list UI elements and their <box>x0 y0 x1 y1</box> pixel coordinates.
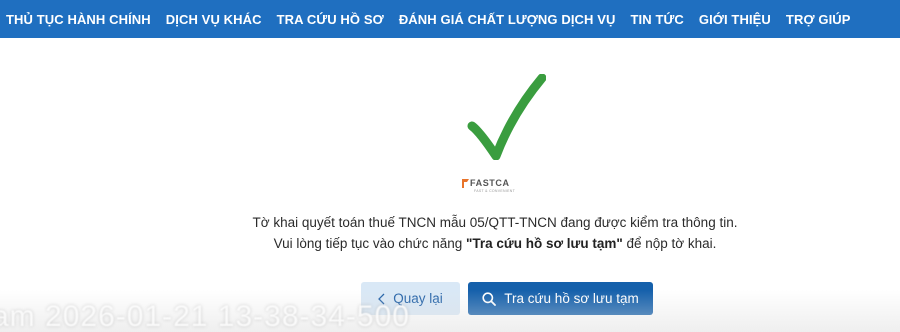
message-line-2-prefix: Vui lòng tiếp tục vào chức năng <box>273 236 466 251</box>
back-button[interactable]: Quay lại <box>361 282 460 315</box>
logo-name: FASTCA <box>470 178 510 188</box>
nav-item-tro-giup[interactable]: TRỢ GIÚP <box>786 12 851 27</box>
nav-item-danh-gia-chat-luong[interactable]: ĐÁNH GIÁ CHẤT LƯỢNG DỊCH VỤ <box>399 12 616 27</box>
logo-mark-icon <box>462 179 469 188</box>
nav-item-thu-tuc-hanh-chinh[interactable]: THỦ TỤC HÀNH CHÍNH <box>6 12 151 27</box>
search-button-label: Tra cứu hồ sơ lưu tạm <box>504 291 639 306</box>
message-line-2-emphasis: "Tra cứu hồ sơ lưu tạm" <box>466 236 623 251</box>
search-icon <box>482 291 497 306</box>
logo-tagline: FAST & CONVENIENT <box>474 189 516 193</box>
page: THỦ TỤC HÀNH CHÍNH DỊCH VỤ KHÁC TRA CỨU … <box>0 0 900 332</box>
chevron-left-icon <box>378 293 385 305</box>
nav-item-gioi-thieu[interactable]: GIỚI THIỆU <box>699 12 771 27</box>
nav-item-tin-tuc[interactable]: TIN TỨC <box>631 12 684 27</box>
status-message: Tờ khai quyết toán thuế TNCN mẫu 05/QTT-… <box>0 212 900 254</box>
message-line-2: Vui lòng tiếp tục vào chức năng "Tra cứu… <box>0 233 900 254</box>
fastca-logo: FASTCA FAST & CONVENIENT <box>462 178 534 196</box>
checkmark-icon <box>467 74 546 160</box>
nav-item-tra-cuu-ho-so[interactable]: TRA CỨU HỒ SƠ <box>277 12 384 27</box>
timestamp-watermark: am 2026-01-21 13-38-34-500 <box>0 300 410 332</box>
nav-item-dich-vu-khac[interactable]: DỊCH VỤ KHÁC <box>166 12 262 27</box>
back-button-label: Quay lại <box>393 291 443 306</box>
message-line-2-suffix: để nộp tờ khai. <box>622 236 717 251</box>
top-nav-bar: THỦ TỤC HÀNH CHÍNH DỊCH VỤ KHÁC TRA CỨU … <box>0 0 900 38</box>
search-temp-records-button[interactable]: Tra cứu hồ sơ lưu tạm <box>468 282 653 315</box>
message-line-1: Tờ khai quyết toán thuế TNCN mẫu 05/QTT-… <box>252 215 738 230</box>
